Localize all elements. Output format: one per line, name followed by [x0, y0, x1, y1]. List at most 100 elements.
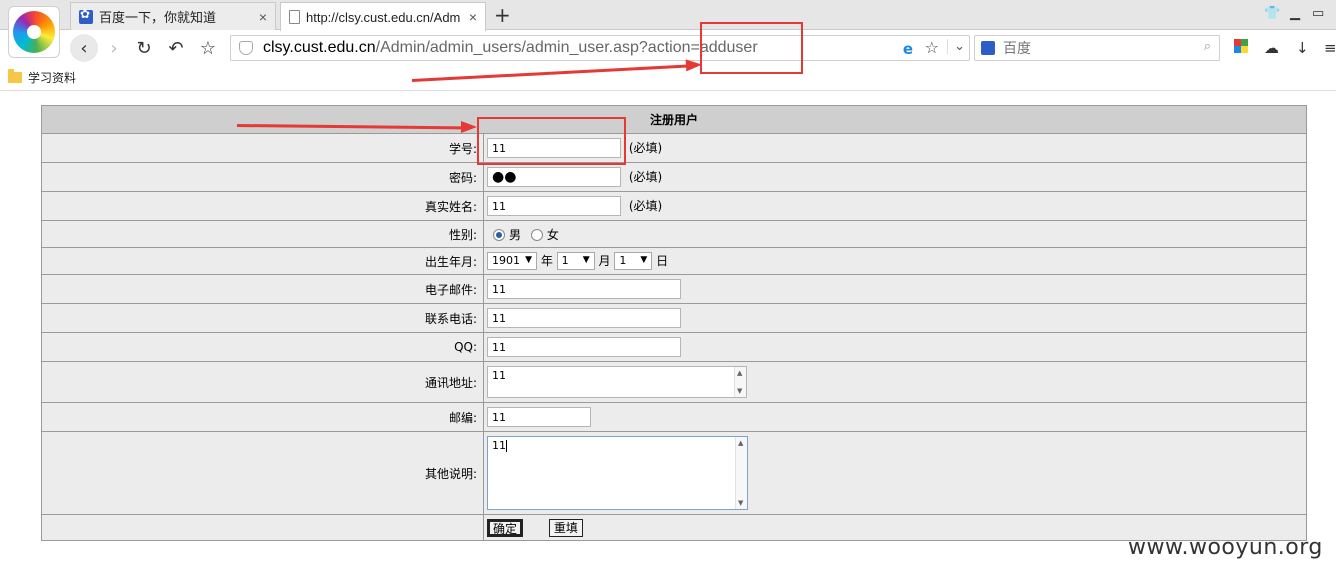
- url-text[interactable]: clsy.cust.edu.cn/Admin/admin_users/admin…: [263, 39, 758, 57]
- annotation-arrowhead: [685, 58, 703, 72]
- tab-admin-page[interactable]: http://clsy.cust.edu.cn/Adm ×: [280, 2, 486, 31]
- browser-toolbar: ‹ › ↻ ↶ ☆ clsy.cust.edu.cn/Admin/admin_u…: [0, 31, 1336, 65]
- birth-year-select[interactable]: 1901 ▼: [487, 252, 537, 271]
- email-label: 电子邮件:: [41, 274, 484, 304]
- day-unit: 日: [656, 253, 669, 268]
- postcode-input[interactable]: [487, 407, 591, 427]
- dropdown-arrow-icon: ▼: [582, 255, 590, 266]
- bookmarks-bar: 学习资料: [0, 65, 1336, 91]
- browser-logo[interactable]: [8, 6, 60, 58]
- close-icon[interactable]: ×: [259, 10, 267, 24]
- month-unit: 月: [598, 253, 611, 268]
- download-icon[interactable]: ↓: [1296, 39, 1309, 57]
- apps-grid-icon[interactable]: [1234, 39, 1248, 53]
- row-password: 密码: ●● (必填): [41, 162, 1307, 192]
- submit-button[interactable]: 确定: [487, 518, 524, 537]
- maximize-icon[interactable]: ▭: [1312, 6, 1324, 21]
- gender-female-radio[interactable]: [530, 229, 543, 241]
- minimize-icon[interactable]: ▁: [1290, 6, 1300, 21]
- qq-label: QQ:: [41, 332, 484, 362]
- row-actions: 确定 重填: [41, 514, 1307, 541]
- row-real-name: 真实姓名: (必填): [41, 191, 1307, 221]
- cloud-icon[interactable]: ☁: [1264, 39, 1279, 57]
- baidu-paw-icon: [981, 41, 995, 55]
- search-icon[interactable]: ⌕: [1204, 39, 1211, 54]
- back-button[interactable]: ‹: [70, 34, 98, 62]
- text-caret: [506, 440, 507, 452]
- scroll-down-icon: ▼: [737, 387, 743, 395]
- actions-spacer: [41, 514, 484, 541]
- browser-logo-icon: [13, 11, 55, 53]
- gender-female-label: 女: [546, 227, 559, 242]
- form-header-row: 注册用户: [41, 105, 1307, 134]
- ie-mode-icon[interactable]: e: [903, 40, 913, 58]
- reload-icon[interactable]: ↻: [132, 36, 156, 60]
- new-tab-button[interactable]: +: [494, 3, 511, 27]
- annotation-box-url: [700, 22, 803, 74]
- row-qq: QQ:: [41, 332, 1307, 362]
- required-note: (必填): [628, 140, 663, 155]
- dropdown-arrow-icon: ▼: [525, 255, 532, 266]
- chevron-down-icon[interactable]: ⌄: [947, 39, 965, 54]
- real-name-label: 真实姓名:: [41, 191, 484, 221]
- phone-input[interactable]: [487, 308, 681, 328]
- search-box[interactable]: ⌕: [974, 35, 1220, 61]
- qq-input[interactable]: [487, 337, 681, 357]
- register-form-table: 注册用户 学号: (必填) 密码: ●● (必填) 真实姓名: (必填) 性别:: [41, 105, 1307, 541]
- tab-bar: 百度一下，你就知道 × http://clsy.cust.edu.cn/Adm …: [0, 0, 1336, 31]
- menu-icon[interactable]: ≡: [1324, 39, 1336, 57]
- row-other: 其他说明: 11 ▲ ▼: [41, 431, 1307, 515]
- tab-label: http://clsy.cust.edu.cn/Adm: [306, 9, 461, 25]
- folder-icon: [8, 69, 22, 83]
- textarea-scrollbar[interactable]: ▲ ▼: [734, 367, 746, 397]
- url-host: clsy.cust.edu.cn: [263, 39, 376, 56]
- baidu-paw-icon: [79, 7, 93, 24]
- search-input[interactable]: [1003, 40, 1183, 56]
- required-note: (必填): [628, 169, 663, 184]
- postcode-label: 邮编:: [41, 402, 484, 432]
- student-id-label: 学号:: [41, 133, 484, 163]
- row-student-id: 学号: (必填): [41, 133, 1307, 163]
- forward-button[interactable]: ›: [102, 36, 126, 60]
- birth-month-value: 1: [561, 254, 569, 268]
- other-value: 11: [492, 439, 506, 452]
- required-note: (必填): [628, 198, 663, 213]
- address-textarea[interactable]: 11 ▲ ▼: [487, 366, 747, 398]
- other-textarea[interactable]: 11 ▲ ▼: [487, 436, 748, 510]
- password-label: 密码:: [41, 162, 484, 192]
- other-label: 其他说明:: [41, 431, 484, 515]
- reset-button[interactable]: 重填: [548, 518, 583, 537]
- bookmark-star-icon[interactable]: ☆: [925, 38, 939, 57]
- annotation-arrowhead: [461, 121, 477, 133]
- address-label: 通讯地址:: [41, 361, 484, 403]
- dropdown-arrow-icon: ▼: [640, 255, 648, 266]
- address-value: 11: [492, 369, 506, 382]
- row-address: 通讯地址: 11 ▲ ▼: [41, 361, 1307, 403]
- row-postcode: 邮编:: [41, 402, 1307, 432]
- close-icon[interactable]: ×: [469, 10, 477, 24]
- row-gender: 性别: 男 女: [41, 220, 1307, 248]
- scroll-up-icon: ▲: [738, 439, 744, 447]
- password-input[interactable]: ●●: [487, 167, 621, 187]
- favorite-star-icon[interactable]: ☆: [196, 36, 220, 60]
- tab-baidu[interactable]: 百度一下，你就知道 ×: [70, 2, 276, 30]
- gender-label: 性别:: [41, 220, 484, 248]
- shield-icon: [239, 41, 253, 55]
- scroll-up-icon: ▲: [737, 369, 743, 377]
- skin-icon[interactable]: 👕: [1264, 6, 1280, 21]
- row-birth: 出生年月: 1901 ▼ 年 1 ▼ 月 1 ▼ 日: [41, 247, 1307, 275]
- row-email: 电子邮件:: [41, 274, 1307, 304]
- watermark: www.wooyun.org: [1128, 535, 1323, 560]
- bookmark-folder-study[interactable]: 学习资料: [28, 69, 76, 86]
- undo-icon[interactable]: ↶: [164, 36, 188, 60]
- gender-male-radio[interactable]: [493, 229, 505, 241]
- email-input[interactable]: [487, 279, 681, 299]
- tab-label: 百度一下，你就知道: [99, 10, 217, 25]
- document-icon: [289, 10, 300, 24]
- address-bar[interactable]: clsy.cust.edu.cn/Admin/admin_users/admin…: [230, 35, 970, 61]
- real-name-input[interactable]: [487, 196, 621, 216]
- birth-year-value: 1901: [492, 254, 520, 268]
- textarea-scrollbar[interactable]: ▲ ▼: [735, 437, 747, 509]
- birth-day-select[interactable]: 1 ▼: [614, 252, 653, 271]
- birth-month-select[interactable]: 1 ▼: [556, 252, 595, 271]
